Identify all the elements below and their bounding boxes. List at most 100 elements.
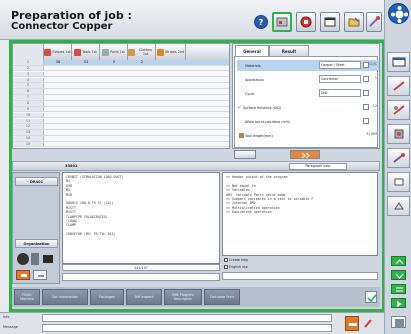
table-row[interactable]: 5 [13,83,229,89]
sidebar-bottom-button[interactable] [391,316,406,328]
tab-edit-description[interactable]: Edit Program Description [164,289,202,305]
table-cell[interactable]: 58 [44,60,72,65]
cycle-field[interactable]: Dist. [319,89,361,97]
tab-general[interactable]: General [235,45,269,56]
table-row[interactable]: 2 [13,65,229,72]
punch-icon [394,129,403,139]
code-editor[interactable]: CRVNIT (SIMULATION LOAD DUCT) N3 G90 M3 M10 G… [62,172,220,264]
materials-field[interactable]: Copper / Steel [319,61,361,69]
code-input-line[interactable] [62,273,220,281]
table-row[interactable]: 1 58 53 5 2 [13,60,229,66]
row-number: 11 [13,118,44,124]
param-prev-button[interactable] [234,150,256,159]
sidebar-tool-button-6[interactable] [387,196,410,216]
tab-diff-inspect[interactable]: Diff Inspect [126,289,162,305]
sidebar-tool-button-1[interactable] [387,76,410,96]
edit-pencil-button[interactable] [363,318,373,329]
window-icon [324,17,336,27]
param-row-surface[interactable]: ✓ Surface finishing (UID) 12 [237,102,379,113]
play-icon [397,301,402,307]
table-row[interactable]: 8 [13,100,229,107]
row-number: 3 [13,71,44,77]
device-icon[interactable] [31,253,39,265]
param-row-tool-length[interactable]: Tool length(mm) 31 MM [237,130,379,141]
stripes-2-icon [156,48,164,56]
stop-button[interactable] [16,270,30,280]
table-cell[interactable]: 2 [128,60,156,65]
tools-button[interactable] [366,12,382,32]
table-cell[interactable]: 53 [72,60,100,65]
table-row[interactable]: 14 [13,136,229,142]
param-row-cycle[interactable]: Cycle Dist. [237,88,379,99]
row-number: 9 [13,106,44,112]
table-row[interactable]: 15 [13,141,229,148]
sidebar-tool-button-4[interactable] [387,148,410,168]
column-header-extra [186,44,229,60]
confirm-button[interactable] [365,291,377,303]
application-field[interactable]: Connector [319,75,361,83]
param-row-burst[interactable]: Allow burst-corridors (m%) [237,116,379,127]
row-number: 4 [13,77,44,83]
tab-finish-machine[interactable]: Finish Machine [14,289,40,305]
prepare-job-button[interactable] [272,12,292,32]
camera-icon[interactable] [43,255,53,263]
english-use-checkbox[interactable] [224,265,228,269]
table-row[interactable]: 12 [13,124,229,130]
column-header-stripes-2[interactable]: Stripes 2nd [156,44,186,60]
param-row-materials[interactable]: Materials Copper / Steel CU/C [237,60,379,71]
table-row[interactable]: 11 [13,118,229,125]
minus-button[interactable] [33,270,47,280]
parts-button[interactable] [296,12,316,32]
table-cell[interactable]: 5 [100,60,128,65]
sidebar-tool-button-5[interactable] [387,172,410,192]
create-help-checkbox[interactable] [224,258,228,262]
table-row[interactable]: 4 [13,77,229,84]
tab-dr401[interactable]: DR401 [15,177,58,186]
clamp-icon [394,178,403,186]
tab-set-information[interactable]: Set Information [42,289,88,305]
english-use-checkbox-row[interactable]: English use [224,265,248,269]
window-button[interactable] [320,12,340,32]
green-action-button-4[interactable] [391,298,406,308]
table-row[interactable]: 6 [13,89,229,95]
application-window: Preparation of job : Connector Copper ? … [0,0,411,334]
help-button[interactable]: ? [254,15,268,29]
navigation-wheel[interactable] [388,3,409,24]
table-row[interactable]: 9 [13,106,229,113]
green-action-button-2[interactable] [391,270,406,280]
column-header-clothes[interactable]: Clothes 1st [128,44,156,60]
folder-tools-button[interactable] [344,12,364,32]
sidebar-tool-button-2[interactable] [387,100,410,120]
die-icon [392,153,405,163]
column-header-parts[interactable]: Parts 1st [100,44,128,60]
table-body: 1 58 53 5 2 2 3 4 5 6 7 8 9 10 11 12 13 14 15 [13,60,229,148]
surface-select-button[interactable] [363,104,369,110]
column-header-tools[interactable]: Tools 1st [72,44,100,60]
tab-calculate-price[interactable]: Calculate Price [204,289,240,305]
tab-packages[interactable]: Packages [90,289,124,305]
record-icon[interactable] [17,253,29,265]
row-number: 5 [13,83,44,88]
param-next-button[interactable] [290,150,320,159]
burst-select-button[interactable] [363,118,369,124]
save-icon [395,319,404,327]
table-row[interactable]: 10 [13,112,229,119]
create-help-checkbox-row[interactable]: Create help [224,258,248,262]
comment-input-line[interactable] [222,272,378,280]
table-row[interactable]: 7 [13,95,229,101]
sidebar-window-button[interactable] [387,52,410,72]
table-row[interactable]: 13 [13,130,229,136]
green-action-button-1[interactable] [391,256,406,266]
sidebar-tool-button-3[interactable] [387,124,410,144]
status-stop-button[interactable] [345,316,359,331]
green-action-button-3[interactable] [391,284,406,294]
table-row[interactable]: 3 [13,71,229,78]
tool-icon [392,105,405,115]
paragraph-help-button[interactable]: Paragraph help [289,163,347,170]
column-header-stripes[interactable]: Stripes 1st [44,44,72,60]
param-row-application[interactable]: Application Connector 1 [237,74,379,85]
tab-result[interactable]: Result [269,45,309,56]
cycle-select-button[interactable] [363,90,369,96]
tab-organization[interactable]: Organization [15,239,58,248]
application-select-button[interactable] [363,76,369,82]
